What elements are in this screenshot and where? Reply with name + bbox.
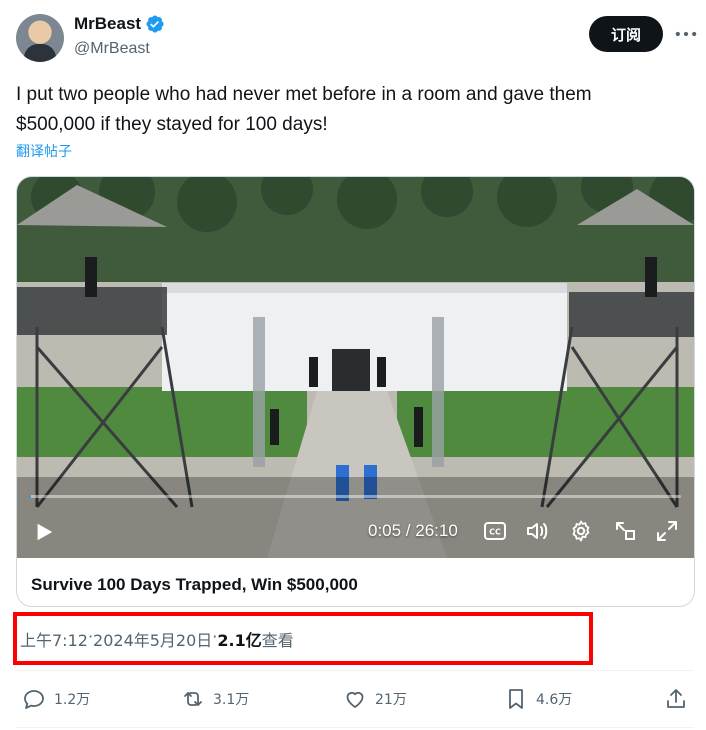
highlight-box — [13, 612, 593, 665]
video-card-title[interactable]: Survive 100 Days Trapped, Win $500,000 — [31, 575, 358, 595]
bookmark-count: 4.6万 — [536, 692, 573, 708]
video-progress-bar[interactable] — [29, 495, 681, 498]
play-icon[interactable] — [33, 521, 55, 543]
repost-icon — [184, 692, 202, 706]
reply-icon — [24, 690, 44, 709]
video-time: 0:05 / 26:10 — [368, 521, 458, 540]
reply-count: 1.2万 — [54, 692, 91, 708]
video-thumbnail — [17, 177, 694, 558]
verified-badge-icon — [146, 15, 164, 33]
tweet-header: MrBeast @MrBeast 订阅 — [16, 12, 698, 68]
divider — [16, 670, 694, 671]
video-player[interactable]: 0:05 / 26:10 CC — [17, 177, 694, 558]
tweet-text: I put two people who had never met befor… — [16, 84, 592, 135]
share-icon — [667, 689, 685, 708]
picture-in-picture-icon[interactable] — [613, 519, 637, 543]
avatar[interactable] — [16, 14, 64, 62]
repost-count: 3.1万 — [213, 692, 250, 708]
repost-button[interactable]: 3.1万 — [181, 682, 249, 716]
handle[interactable]: @MrBeast — [74, 40, 150, 58]
share-button[interactable] — [664, 682, 688, 716]
volume-icon[interactable] — [525, 519, 549, 543]
more-horizontal-icon[interactable] — [672, 20, 700, 48]
translate-link[interactable]: 翻译帖子 — [16, 141, 72, 161]
video-progress-fill — [29, 495, 31, 498]
like-count: 21万 — [375, 692, 407, 708]
name-row: MrBeast — [74, 14, 165, 34]
settings-gear-icon[interactable] — [569, 519, 593, 543]
video-card[interactable]: 0:05 / 26:10 CC Survive 100 Days Trapped… — [16, 176, 695, 607]
reply-button[interactable]: 1.2万 — [22, 682, 90, 716]
svg-text:CC: CC — [489, 528, 501, 537]
subscribe-button[interactable]: 订阅 — [589, 16, 663, 52]
display-name[interactable]: MrBeast — [74, 14, 141, 34]
action-bar: 1.2万 3.1万 21万 4.6万 — [16, 682, 696, 716]
bookmark-button[interactable]: 4.6万 — [504, 682, 572, 716]
captions-icon[interactable]: CC — [483, 519, 507, 543]
divider — [16, 727, 694, 728]
fullscreen-icon[interactable] — [655, 519, 679, 543]
bookmark-icon — [509, 689, 523, 709]
like-button[interactable]: 21万 — [343, 682, 407, 716]
heart-icon — [346, 691, 364, 708]
